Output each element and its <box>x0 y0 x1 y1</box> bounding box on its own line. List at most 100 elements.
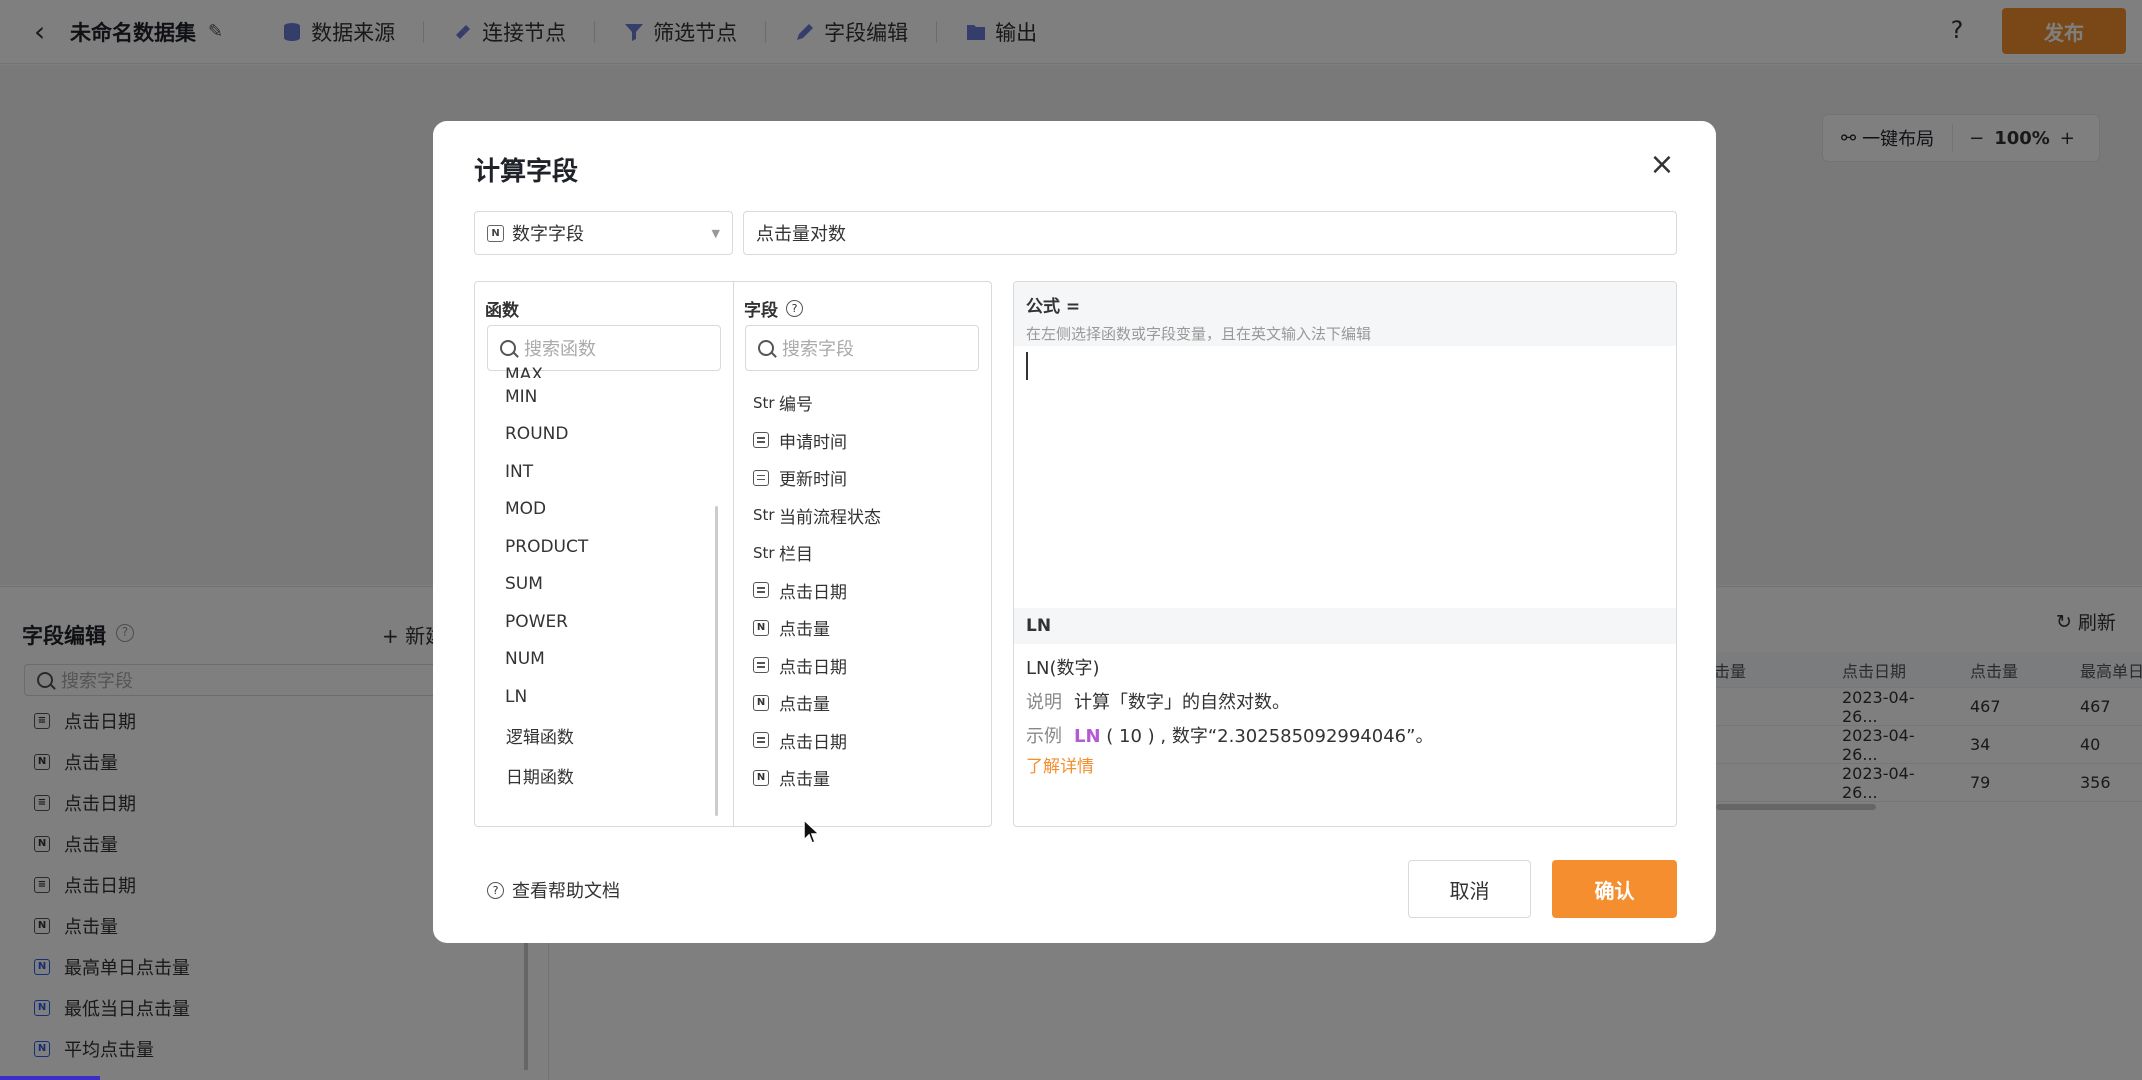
field-item[interactable]: 申请时间 <box>753 422 881 460</box>
field-item-name: 申请时间 <box>779 432 847 453</box>
function-name: SUM <box>505 574 543 595</box>
text-cursor <box>1026 352 1028 380</box>
field-type-select[interactable]: N 数字字段 ▼ <box>474 211 733 255</box>
function-item[interactable]: POWER <box>505 603 705 641</box>
picker-panel: 函数 搜索函数 MAX MIN ROUND INT MOD PRODUCT SU… <box>474 281 992 827</box>
number-icon: N <box>487 224 504 242</box>
field-item-name: 编号 <box>779 395 813 416</box>
function-list: MAX MIN ROUND INT MOD PRODUCT SUM POWER … <box>505 360 705 810</box>
calendar-icon <box>753 469 769 486</box>
field-item[interactable]: 点击日期 <box>753 647 881 685</box>
search-icon <box>758 340 774 356</box>
dialog-title: 计算字段 <box>474 157 579 187</box>
function-name: NUM <box>505 649 545 670</box>
chevron-down-icon: ▼ <box>711 227 720 240</box>
field-item[interactable]: Str 栏目 <box>753 534 881 572</box>
function-search-placeholder: 搜索函数 <box>524 339 596 360</box>
field-item-name: 更新时间 <box>779 470 847 491</box>
formula-editor[interactable] <box>1014 346 1676 608</box>
field-item-name: 栏目 <box>779 545 813 566</box>
search-icon <box>500 340 516 356</box>
function-item[interactable]: LN <box>505 678 705 716</box>
field-item[interactable]: N 点击量 <box>753 684 881 722</box>
help-circle-icon: ? <box>487 881 504 899</box>
function-doc: LN(数字) 说明 计算「数字」的自然对数。 示例 LN ( 10 ) , 数字“2… <box>1014 644 1676 787</box>
calculated-field-dialog: 计算字段 × N 数字字段 ▼ 点击量对数 函数 搜索函数 MAX MIN RO… <box>433 121 1716 943</box>
function-item[interactable]: PRODUCT <box>505 528 705 566</box>
string-type-icon: Str <box>753 393 775 412</box>
doc-example: 示例 LN ( 10 ) , 数字“2.302585092994046”。 <box>1026 722 1664 748</box>
close-icon[interactable]: × <box>1649 150 1675 180</box>
cancel-button[interactable]: 取消 <box>1408 860 1531 918</box>
help-circle-icon[interactable]: ? <box>786 300 803 317</box>
doc-signature: LN(数字) <box>1026 658 1100 679</box>
function-name: MAX <box>505 365 543 378</box>
field-item[interactable]: 点击日期 <box>753 572 881 610</box>
field-name-input[interactable]: 点击量对数 <box>743 211 1677 255</box>
field-item[interactable]: Str 编号 <box>753 384 881 422</box>
field-item[interactable]: N 点击量 <box>753 609 881 647</box>
function-item[interactable]: INT <box>505 453 705 491</box>
doc-desc-label: 说明 <box>1026 692 1062 713</box>
group-label: 日期函数 <box>505 768 574 788</box>
function-name: MIN <box>505 386 538 407</box>
formula-label: 公式 = <box>1026 297 1081 317</box>
field-name-value: 点击量对数 <box>756 224 846 245</box>
help-doc-link[interactable]: ? 查看帮助文档 <box>487 877 620 903</box>
panel-divider <box>733 282 734 826</box>
field-item-name: 点击量 <box>779 620 830 641</box>
functions-header: 函数 <box>485 301 519 321</box>
group-label: 逻辑函数 <box>505 728 574 748</box>
string-type-icon: Str <box>753 543 775 562</box>
field-type-value: 数字字段 <box>512 224 584 245</box>
doc-desc-text: 计算「数字」的自然对数。 <box>1074 692 1290 713</box>
calendar-icon <box>753 432 769 449</box>
field-item-name: 点击日期 <box>779 582 847 603</box>
doc-description: 说明 计算「数字」的自然对数。 <box>1026 688 1664 714</box>
field-item-name: 当前流程状态 <box>779 507 881 528</box>
function-item[interactable]: MAX <box>505 360 705 378</box>
function-name: POWER <box>505 611 568 632</box>
doc-example-keyword: LN <box>1074 726 1101 747</box>
function-name: LN <box>505 686 528 707</box>
calendar-icon <box>753 657 769 674</box>
function-item[interactable]: SUM <box>505 566 705 604</box>
confirm-button[interactable]: 确认 <box>1552 860 1677 918</box>
field-item-name: 点击量 <box>779 695 830 716</box>
field-item-name: 点击日期 <box>779 657 847 678</box>
field-list: Str 编号 申请时间 更新时间 Str 当前流程状态 Str 栏目 点击日期 N 点击… <box>753 384 881 797</box>
function-name: PRODUCT <box>505 536 589 557</box>
function-item[interactable]: MOD <box>505 491 705 529</box>
formula-hint: 在左侧选择函数或字段变量，且在英文输入法下编辑 <box>1026 325 1372 343</box>
help-doc-label: 查看帮助文档 <box>512 881 620 902</box>
function-name: MOD <box>505 499 547 520</box>
field-item[interactable]: 更新时间 <box>753 459 881 497</box>
function-group-logic[interactable]: ▶逻辑函数 <box>505 716 705 756</box>
number-icon: N <box>753 619 769 636</box>
fields-header: 字段 ? <box>744 296 803 321</box>
calendar-icon <box>753 582 769 599</box>
field-item[interactable]: N 点击量 <box>753 759 881 797</box>
field-item-name: 点击日期 <box>779 732 847 753</box>
string-type-icon: Str <box>753 506 775 525</box>
function-item[interactable]: NUM <box>505 641 705 679</box>
field-item[interactable]: 点击日期 <box>753 722 881 760</box>
bottom-accent <box>0 1076 100 1080</box>
number-icon: N <box>753 694 769 711</box>
function-item[interactable]: ROUND <box>505 416 705 454</box>
formula-panel: 公式 = 在左侧选择函数或字段变量，且在英文输入法下编辑 LN LN(数字) 说… <box>1013 281 1677 827</box>
learn-more-link[interactable]: 了解详情 <box>1026 752 1664 777</box>
mouse-pointer-icon <box>803 818 821 844</box>
function-scrollbar[interactable] <box>715 506 718 816</box>
field-item[interactable]: Str 当前流程状态 <box>753 497 881 535</box>
calendar-icon <box>753 732 769 749</box>
function-item[interactable]: MIN <box>505 378 705 416</box>
number-icon: N <box>753 769 769 786</box>
fields-header-label: 字段 <box>744 301 778 321</box>
function-name: ROUND <box>505 424 569 445</box>
field-search-input[interactable]: 搜索字段 <box>745 325 979 371</box>
doc-example-label: 示例 <box>1026 726 1062 747</box>
function-group-date[interactable]: ▶日期函数 <box>505 756 705 796</box>
formula-header: 公式 = 在左侧选择函数或字段变量，且在英文输入法下编辑 <box>1014 282 1676 346</box>
field-item-name: 点击量 <box>779 770 830 791</box>
